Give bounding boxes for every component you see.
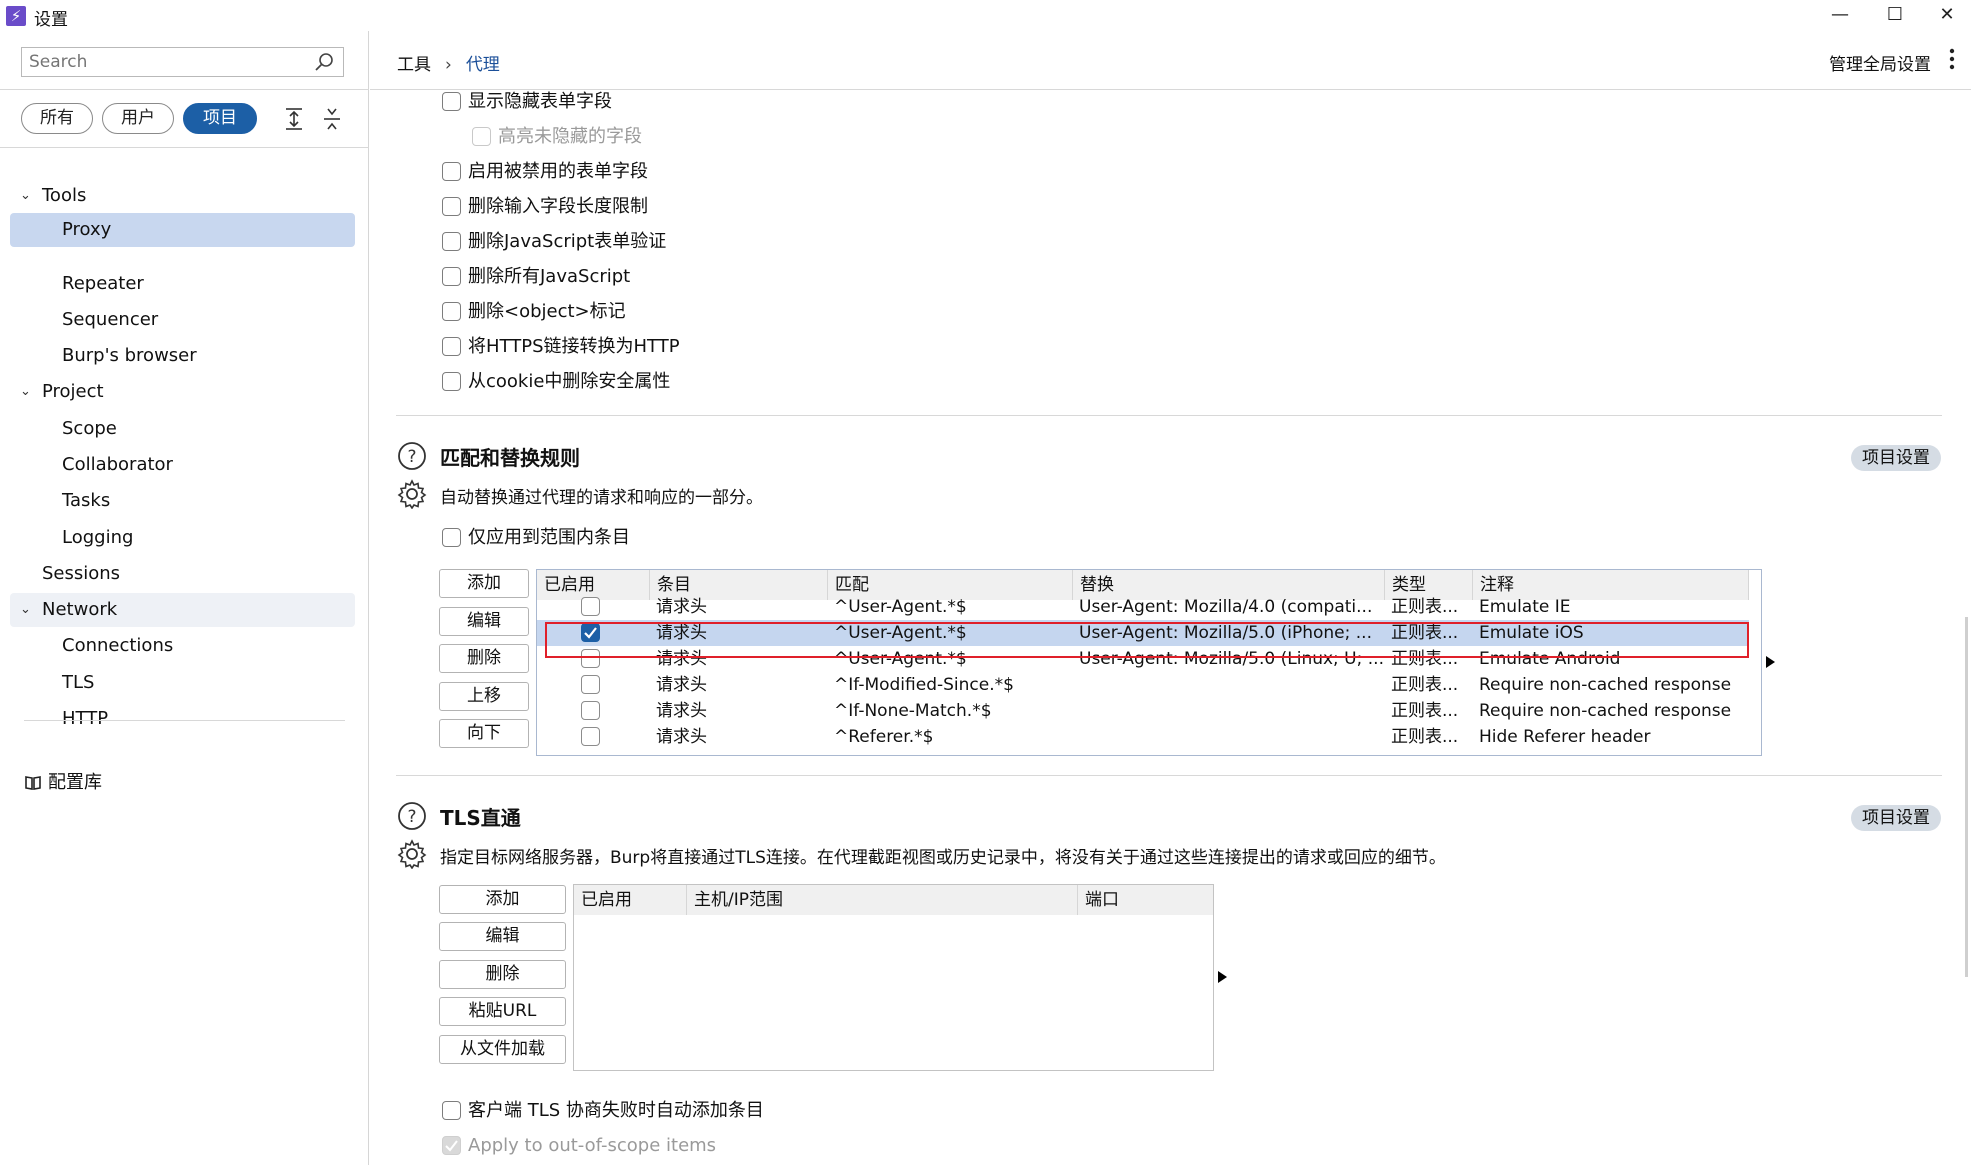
tls-passthrough-description: 指定目标网络服务器，Burp将直接通过TLS连接。在代理截距视图或历史记录中，将… bbox=[440, 848, 1446, 868]
svg-text:?: ? bbox=[407, 447, 416, 467]
scrollbar[interactable] bbox=[1965, 617, 1968, 977]
tls-passthrough-table: 已启用 主机/IP范围 端口 bbox=[573, 884, 1214, 1071]
section-divider bbox=[396, 775, 1942, 776]
divider bbox=[24, 720, 345, 721]
table-row[interactable]: 请求头 ^If-Modified-Since.*$ 正则表... Require… bbox=[537, 672, 1749, 698]
tree-group-tools[interactable]: ⌄ Tools bbox=[10, 179, 355, 213]
collapse-all-icon[interactable] bbox=[318, 105, 346, 133]
checkbox[interactable] bbox=[442, 267, 461, 286]
row-enabled-checkbox[interactable] bbox=[581, 597, 600, 616]
table-row[interactable]: 请求头 ^User-Agent.*$ User-Agent: Mozilla/4… bbox=[537, 594, 1749, 620]
breadcrumb-tools[interactable]: 工具 bbox=[397, 55, 431, 75]
match-replace-table: 已启用 条目 匹配 替换 类型 注释 请求头 ^User-Agent.*$ Us… bbox=[536, 569, 1762, 756]
row-enabled-checkbox[interactable] bbox=[581, 727, 600, 746]
tls-passthrough-title: TLS直通 bbox=[440, 806, 521, 830]
breadcrumb-proxy[interactable]: 代理 bbox=[466, 55, 500, 75]
manage-global-settings-link[interactable]: 管理全局设置 bbox=[1829, 50, 1931, 75]
table-header: 已启用 主机/IP范围 端口 bbox=[574, 885, 1213, 915]
column-host-ip-range[interactable]: 主机/IP范围 bbox=[687, 885, 1078, 915]
section-divider bbox=[396, 415, 1942, 416]
column-port[interactable]: 端口 bbox=[1078, 885, 1213, 915]
help-icon[interactable]: ? bbox=[397, 801, 427, 831]
tree-item-logging[interactable]: Logging bbox=[10, 521, 355, 555]
row-enabled-checkbox[interactable] bbox=[581, 675, 600, 694]
svg-text:?: ? bbox=[407, 807, 416, 827]
gear-icon[interactable] bbox=[397, 839, 427, 869]
tree-item-sessions[interactable]: Sessions bbox=[10, 557, 355, 591]
tree-item-http[interactable]: HTTP bbox=[10, 702, 355, 736]
edit-rule-button[interactable]: 编辑 bbox=[439, 607, 529, 636]
chevron-right-icon: › bbox=[445, 55, 452, 75]
table-row[interactable]: 请求头 ^Referer.*$ 正则表... Hide Referer head… bbox=[537, 724, 1749, 750]
checkbox[interactable] bbox=[442, 1136, 461, 1155]
checkbox[interactable] bbox=[442, 337, 461, 356]
highlight-annotation-box bbox=[545, 622, 1749, 658]
search-icon[interactable] bbox=[313, 51, 335, 73]
match-replace-title: 匹配和替换规则 bbox=[440, 446, 580, 470]
move-up-button[interactable]: 上移 bbox=[439, 682, 529, 711]
checkmark-icon bbox=[445, 1140, 458, 1152]
window-title: 设置 bbox=[34, 10, 68, 30]
column-enabled[interactable]: 已启用 bbox=[574, 885, 687, 915]
checkbox[interactable] bbox=[442, 372, 461, 391]
remove-rule-button[interactable]: 删除 bbox=[439, 644, 529, 673]
tls-edit-button[interactable]: 编辑 bbox=[439, 922, 566, 951]
search-input[interactable] bbox=[22, 48, 302, 76]
filter-user-button[interactable]: 用户 bbox=[102, 103, 174, 134]
help-icon[interactable]: ? bbox=[397, 441, 427, 471]
match-replace-description: 自动替换通过代理的请求和响应的一部分。 bbox=[440, 488, 763, 508]
checkbox[interactable] bbox=[442, 162, 461, 181]
sidebar: 所有 用户 项目 ⌄ Tools Proxy Repeater Sequence… bbox=[0, 31, 369, 1165]
checkbox[interactable] bbox=[442, 302, 461, 321]
tree-item-burps-browser[interactable]: Burp's browser bbox=[10, 339, 355, 373]
checkbox[interactable] bbox=[442, 92, 461, 111]
add-rule-button[interactable]: 添加 bbox=[439, 569, 529, 598]
checkbox[interactable] bbox=[442, 197, 461, 216]
tree-item-proxy[interactable]: Proxy bbox=[10, 213, 355, 247]
tree-item-scope[interactable]: Scope bbox=[10, 412, 355, 446]
divider bbox=[0, 89, 369, 90]
expand-arrow-icon[interactable] bbox=[1218, 971, 1227, 983]
tree-group-project[interactable]: ⌄ Project bbox=[10, 375, 355, 409]
filter-project-button[interactable]: 项目 bbox=[183, 103, 257, 134]
move-down-button[interactable]: 向下 bbox=[439, 719, 529, 748]
tree-item-sequencer[interactable]: Sequencer bbox=[10, 303, 355, 337]
gear-icon[interactable] bbox=[397, 479, 427, 509]
close-icon[interactable]: ✕ bbox=[1927, 2, 1967, 28]
expand-all-icon[interactable] bbox=[280, 105, 308, 133]
maximize-icon[interactable]: ☐ bbox=[1875, 2, 1915, 28]
row-enabled-checkbox[interactable] bbox=[581, 701, 600, 720]
expand-arrow-icon[interactable] bbox=[1766, 656, 1775, 668]
search-box[interactable] bbox=[21, 47, 344, 77]
tree-item-collaborator[interactable]: Collaborator bbox=[10, 448, 355, 482]
chevron-down-icon: ⌄ bbox=[20, 602, 31, 617]
tls-paste-url-button[interactable]: 粘贴URL bbox=[439, 997, 566, 1026]
tree-item-tasks[interactable]: Tasks bbox=[10, 484, 355, 518]
divider bbox=[0, 147, 369, 148]
config-library-link[interactable]: 配置库 bbox=[48, 766, 248, 800]
checkbox[interactable] bbox=[442, 1101, 461, 1120]
book-icon bbox=[25, 776, 41, 790]
checkbox[interactable] bbox=[442, 232, 461, 251]
burp-logo-icon: ⚡ bbox=[6, 6, 26, 26]
tls-load-file-button[interactable]: 从文件加载 bbox=[439, 1035, 566, 1064]
tree-item-repeater[interactable]: Repeater bbox=[10, 267, 355, 301]
checkbox[interactable] bbox=[472, 127, 491, 146]
tls-add-button[interactable]: 添加 bbox=[439, 885, 566, 914]
chevron-down-icon: ⌄ bbox=[20, 188, 31, 203]
breadcrumb: 工具 › 代理 bbox=[397, 50, 500, 75]
checkbox[interactable] bbox=[442, 528, 461, 547]
more-options-icon[interactable] bbox=[1949, 48, 1955, 70]
tree-group-network[interactable]: ⌄ Network bbox=[10, 593, 355, 627]
tls-project-settings-button[interactable]: 项目设置 bbox=[1851, 805, 1941, 831]
filter-all-button[interactable]: 所有 bbox=[21, 103, 93, 134]
title-bar: ⚡ 设置 — ☐ ✕ bbox=[0, 0, 1971, 31]
tree-item-connections[interactable]: Connections bbox=[10, 629, 355, 663]
tree-item-tls[interactable]: TLS bbox=[10, 666, 355, 700]
match-replace-project-settings-button[interactable]: 项目设置 bbox=[1851, 445, 1941, 471]
minimize-icon[interactable]: — bbox=[1820, 2, 1860, 28]
table-row[interactable]: 请求头 ^If-None-Match.*$ 正则表... Require non… bbox=[537, 698, 1749, 724]
chevron-down-icon: ⌄ bbox=[20, 384, 31, 399]
tls-remove-button[interactable]: 删除 bbox=[439, 960, 566, 989]
